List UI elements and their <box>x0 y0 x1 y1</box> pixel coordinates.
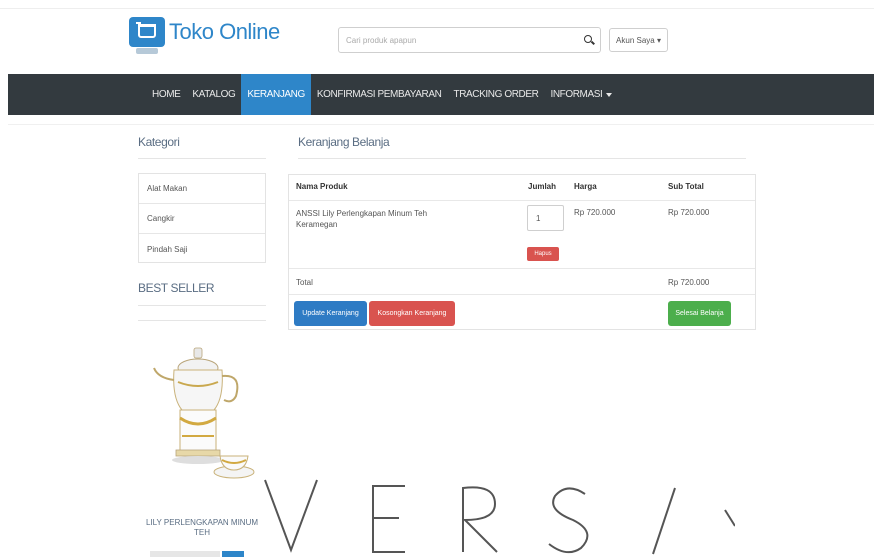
row-divider <box>289 294 755 295</box>
cart-item-subtotal: Rp 720.000 <box>668 208 710 217</box>
category-divider <box>138 158 266 159</box>
nav-informasi[interactable]: INFORMASI <box>544 74 618 115</box>
col-header-product: Nama Produk <box>296 182 348 191</box>
best-seller-product-name[interactable]: LILY PERLENGKAPAN MINUM TEH <box>138 518 266 538</box>
nav-konfirmasi-pembayaran[interactable]: KONFIRMASI PEMBAYARAN <box>311 74 448 115</box>
page-title: Keranjang Belanja <box>298 135 390 149</box>
best-seller-divider-2 <box>138 320 266 321</box>
col-header-price: Harga <box>574 182 597 191</box>
category-list: Alat Makan Cangkir Pindah Saji <box>138 173 266 263</box>
update-cart-button[interactable]: Update Keranjang <box>294 301 367 326</box>
category-item[interactable]: Alat Makan <box>139 174 265 204</box>
clear-cart-button[interactable]: Kosongkan Keranjang <box>369 301 455 326</box>
logo-text: Toko Online <box>169 19 280 44</box>
checkout-button[interactable]: Selesai Belanja <box>668 301 731 326</box>
nav-home[interactable]: HOME <box>146 74 186 115</box>
buy-button-fragment[interactable] <box>222 551 244 557</box>
nav-tracking-order[interactable]: TRACKING ORDER <box>447 74 544 115</box>
nav-menu: HOME KATALOG KERANJANG KONFIRMASI PEMBAY… <box>146 74 618 115</box>
site-logo[interactable]: Toko Online <box>129 17 280 47</box>
top-divider <box>0 8 874 9</box>
content-divider <box>8 124 874 125</box>
account-dropdown-button[interactable]: Akun Saya ▾ <box>609 28 668 52</box>
nav-katalog[interactable]: KATALOG <box>186 74 241 115</box>
total-label: Total <box>296 278 313 287</box>
main-navbar: HOME KATALOG KERANJANG KONFIRMASI PEMBAY… <box>8 74 874 115</box>
delete-item-button[interactable]: Hapus <box>527 247 559 261</box>
row-divider <box>289 268 755 269</box>
category-title: Kategori <box>138 135 180 149</box>
title-divider <box>298 158 746 159</box>
price-bar <box>150 551 220 557</box>
search-input[interactable] <box>339 28 569 52</box>
cart-item-price: Rp 720.000 <box>574 208 616 217</box>
nav-keranjang[interactable]: KERANJANG <box>241 74 311 115</box>
row-divider <box>289 200 755 201</box>
best-seller-divider <box>138 305 266 306</box>
col-header-qty: Jumlah <box>528 182 557 191</box>
search-bar <box>338 27 601 53</box>
category-item[interactable]: Cangkir <box>139 204 265 234</box>
nav-informasi-label: INFORMASI <box>550 89 603 100</box>
teapot-product-image[interactable] <box>138 338 266 490</box>
cart-icon <box>129 17 165 47</box>
category-item[interactable]: Pindah Saji <box>139 234 265 264</box>
col-header-subtotal: Sub Total <box>668 182 704 191</box>
quantity-input[interactable] <box>527 205 564 231</box>
total-value: Rp 720.000 <box>668 278 710 287</box>
search-icon[interactable] <box>584 35 592 43</box>
watermark-logo <box>264 479 735 555</box>
cart-item-name: ANSSI Lily Perlengkapan Minum Teh Kerame… <box>296 209 428 229</box>
chevron-down-icon <box>606 92 613 97</box>
logo-underline <box>136 48 158 54</box>
best-seller-title: BEST SELLER <box>138 281 215 295</box>
